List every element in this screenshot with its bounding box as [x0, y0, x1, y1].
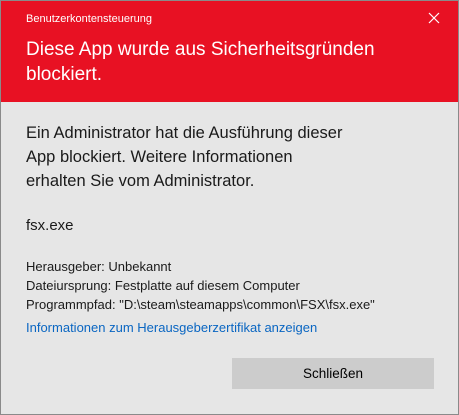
close-icon [428, 12, 440, 24]
origin-text: Dateiursprung: Festplatte auf diesem Com… [26, 278, 300, 293]
app-name: fsx.exe [26, 217, 74, 234]
app-details: Herausgeber: Unbekannt Dateiursprung: Fe… [26, 257, 446, 314]
dialog-body: Ein Administrator hat die Ausführung die… [1, 102, 458, 414]
program-path-text: Programmpfad: "D:\steam\steamapps\common… [26, 297, 375, 312]
close-dialog-button[interactable]: Schließen [232, 358, 434, 389]
publisher-certificate-link[interactable]: Informationen zum Herausgeberzertifikat … [26, 318, 317, 337]
window-title: Benutzerkontensteuerung [26, 13, 152, 25]
publisher-text: Herausgeber: Unbekannt [26, 259, 172, 274]
blocked-description: Ein Administrator hat die Ausführung die… [26, 124, 343, 190]
close-button[interactable] [418, 5, 450, 31]
dialog-header: Benutzerkontensteuerung Diese App wurde … [1, 1, 458, 102]
uac-dialog: Benutzerkontensteuerung Diese App wurde … [0, 0, 459, 415]
blocked-heading: Diese App wurde aus Sicherheitsgründen b… [26, 39, 375, 85]
